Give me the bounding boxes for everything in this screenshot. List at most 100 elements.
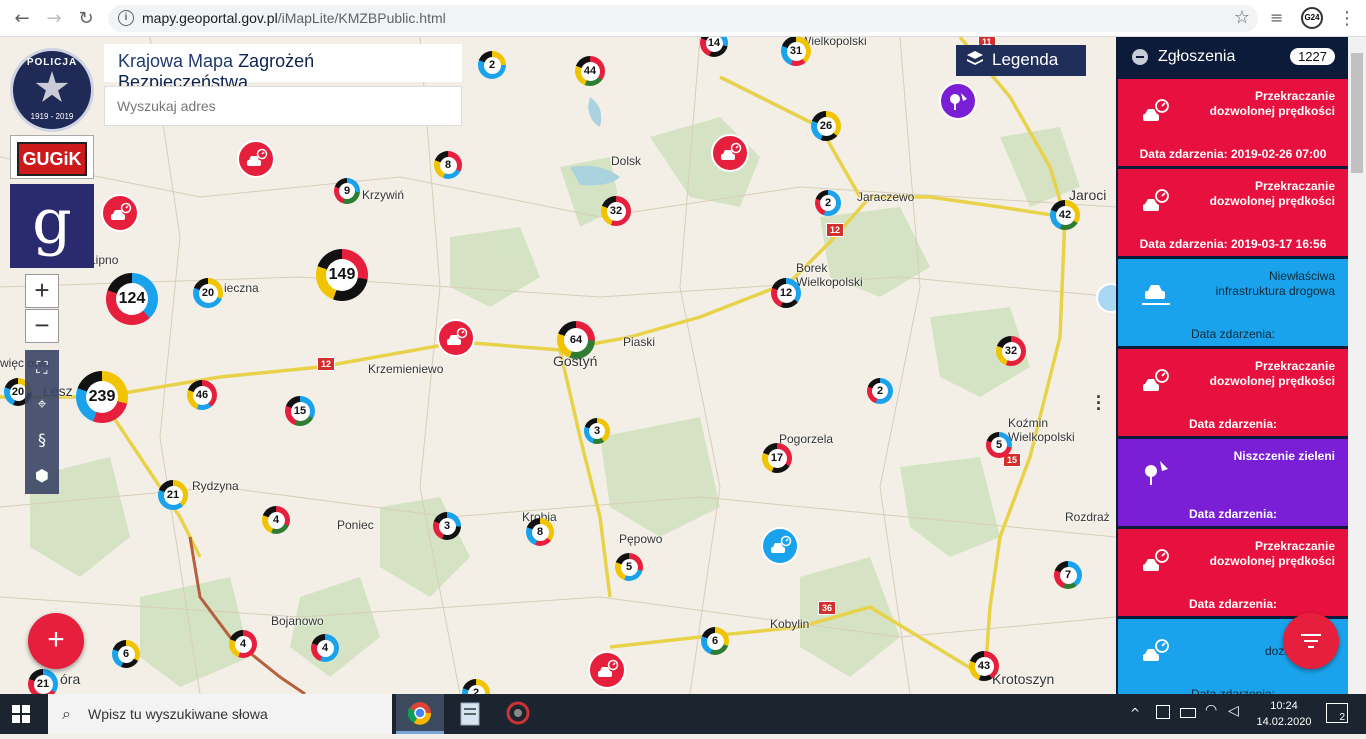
recorder-app-taskbar[interactable] (494, 694, 542, 734)
incident-cluster[interactable]: 46 (187, 380, 217, 410)
address-url[interactable]: mapy.geoportal.gov.pl/iMapLite/KMZBPubli… (142, 10, 446, 26)
add-report-button[interactable]: + (28, 613, 84, 669)
collapse-panel-icon[interactable] (1132, 49, 1148, 65)
map-tools-bar: ⛶ ⌖ § ⬢ (25, 350, 59, 494)
taskbar-clock[interactable]: 10:24 14.02.2020 (1254, 698, 1314, 730)
incident-cluster[interactable]: 26 (811, 111, 841, 141)
url-path: /iMapLite/KMZBPublic.html (277, 10, 446, 26)
tray-chevron-icon[interactable]: ^ (1130, 706, 1140, 720)
incident-cluster[interactable]: 7 (1054, 561, 1082, 589)
windows-start-icon[interactable] (12, 705, 30, 723)
report-card[interactable]: Niszczenie zieleni Data zdarzenia: (1118, 439, 1348, 526)
incident-cluster[interactable]: 20 (193, 278, 223, 308)
locate-icon[interactable]: ⌖ (25, 386, 59, 422)
address-bar[interactable]: i mapy.geoportal.gov.pl/iMapLite/KMZBPub… (108, 5, 1258, 32)
tray-app-icon[interactable] (1156, 705, 1170, 719)
incident-cluster[interactable]: 6 (112, 640, 140, 668)
incident-cluster[interactable]: 32 (996, 336, 1026, 366)
speeding-incident-marker[interactable] (237, 140, 275, 178)
gugik-logo-text: GUGiK (17, 142, 87, 176)
cluster-count: 64 (564, 328, 588, 352)
reload-icon[interactable]: ↻ (74, 7, 98, 31)
incident-cluster[interactable]: 17 (762, 443, 792, 473)
incident-cluster[interactable]: 124 (106, 273, 158, 325)
taskbar-search-input[interactable]: ⌕ Wpisz tu wyszukiwane słowa (48, 694, 392, 734)
back-arrow-icon[interactable]: ← (10, 7, 34, 31)
report-category-line2: dozwolonej prędkości (1209, 194, 1335, 208)
fullscreen-icon[interactable]: ⛶ (25, 350, 59, 386)
more-options-icon[interactable]: · · · (1096, 388, 1106, 418)
map-canvas[interactable]: Wielkopolski Dolsk Krzywiń Jaraczewo Jar… (0, 37, 1116, 694)
report-category-line1: Przekraczanie (1254, 179, 1335, 193)
incident-cluster[interactable]: 43 (969, 651, 999, 681)
tag-icon[interactable]: ⬢ (25, 458, 59, 494)
panel-scrollbar[interactable] (1348, 37, 1366, 694)
incident-cluster[interactable]: 3 (433, 512, 461, 540)
legend-label: Legenda (992, 50, 1059, 69)
incident-cluster[interactable]: 5 (986, 432, 1012, 458)
browser-menu-icon[interactable]: ⋮ (1338, 8, 1356, 29)
filter-button[interactable] (1283, 613, 1339, 669)
speeding-incident-marker[interactable] (437, 319, 475, 357)
incident-cluster[interactable]: 5 (615, 553, 643, 581)
bookmark-star-icon[interactable]: ☆ (1234, 7, 1250, 28)
speeding-incident-marker[interactable] (588, 651, 626, 689)
incident-cluster[interactable]: 64 (557, 321, 595, 359)
legend-button[interactable]: Legenda (956, 45, 1086, 76)
file-app-taskbar[interactable] (446, 694, 494, 734)
incident-cluster[interactable]: 6 (701, 627, 729, 655)
volume-icon[interactable]: ◁ (1228, 703, 1239, 719)
chrome-taskbar-app[interactable] (396, 694, 444, 734)
report-card[interactable]: Przekraczanie dozwolonej prędkości Data zd… (1118, 169, 1348, 256)
report-date: Data zdarzenia: (1188, 507, 1278, 521)
incident-cluster[interactable]: 4 (229, 630, 257, 658)
reading-list-icon[interactable]: ≡ (1270, 8, 1283, 27)
incident-cluster[interactable]: 42 (1050, 200, 1080, 230)
address-search-input[interactable]: Wyszukaj adres (104, 86, 462, 126)
zoom-in-button[interactable]: + (25, 274, 59, 308)
speed-car-icon (1143, 639, 1169, 661)
greenery-incident-marker[interactable] (939, 82, 977, 120)
incident-cluster[interactable]: 8 (526, 518, 554, 546)
incident-cluster[interactable]: 4 (262, 506, 290, 534)
town-label: Bojanowo (271, 614, 324, 628)
report-category-line1: Niszczenie zieleni (1233, 449, 1335, 463)
report-card[interactable]: Przekraczanie dozwolonej prędkości Data zd… (1118, 79, 1348, 166)
battery-icon[interactable] (1180, 708, 1196, 718)
incident-cluster[interactable]: 2 (478, 51, 506, 79)
incident-cluster[interactable]: 9 (334, 178, 360, 204)
scrollbar-thumb[interactable] (1351, 53, 1363, 173)
paragraph-icon[interactable]: § (25, 422, 59, 458)
incident-cluster[interactable]: 149 (316, 249, 368, 301)
incident-cluster[interactable]: 21 (158, 480, 188, 510)
incident-cluster[interactable]: 8 (434, 151, 462, 179)
reports-panel: Zgłoszenia 1227 Przekraczanie dozwolonej … (1116, 37, 1348, 694)
incident-cluster[interactable]: 21 (28, 669, 58, 694)
speeding-incident-marker[interactable] (711, 134, 749, 172)
zoom-out-button[interactable]: − (25, 309, 59, 343)
forward-arrow-icon[interactable]: → (42, 7, 66, 31)
report-category-line1: Przekraczanie (1254, 359, 1335, 373)
speeding-incident-marker[interactable] (101, 194, 139, 232)
g24-extension-icon[interactable]: G24 (1301, 7, 1323, 29)
report-card[interactable]: Przekraczanie dozwolonej prędkości Data zd… (1118, 529, 1348, 616)
incident-cluster[interactable]: 31 (781, 37, 811, 66)
speeding-car-icon (771, 535, 792, 553)
incident-cluster[interactable]: 32 (601, 196, 631, 226)
incident-cluster[interactable]: 2 (815, 190, 841, 216)
incident-cluster[interactable]: 4 (311, 634, 339, 662)
incident-cluster[interactable]: 239 (76, 371, 128, 423)
incident-cluster[interactable]: 3 (584, 418, 610, 444)
speeding-incident-marker[interactable] (761, 527, 799, 565)
incident-cluster[interactable]: 12 (771, 278, 801, 308)
report-card[interactable]: Niewłaściwa infrastruktura drogowa Data zd… (1118, 259, 1348, 346)
wifi-icon[interactable]: ◠ (1205, 702, 1217, 718)
report-card[interactable]: Przekraczanie dozwolonej prędkości Data zd… (1118, 349, 1348, 436)
notifications-icon[interactable]: 2 (1326, 703, 1348, 723)
incident-cluster[interactable]: 15 (285, 396, 315, 426)
geoportal-logo[interactable]: g (10, 184, 94, 268)
incident-cluster[interactable]: 44 (575, 56, 605, 86)
cluster-count: 6 (706, 632, 724, 650)
site-info-icon[interactable]: i (118, 10, 134, 26)
incident-cluster[interactable]: 2 (867, 378, 893, 404)
